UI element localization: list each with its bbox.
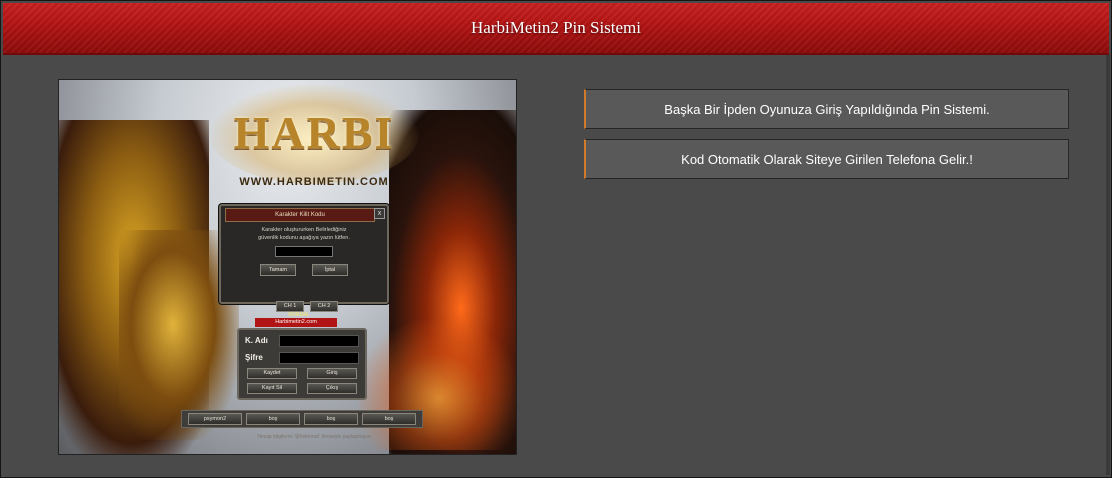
account-slot: psymon2 xyxy=(188,413,242,425)
info-text-1: Başka Bir İpden Oyunuza Giriş Yapıldığın… xyxy=(664,101,990,117)
pin-dialog-line-2: güvenlik kodunu aşağıya yazın lütfen. xyxy=(258,235,350,241)
login-button: Giriş xyxy=(307,368,357,379)
save-button: Kaydet xyxy=(247,368,297,379)
info-text-2: Kod Otomatik Olarak Siteye Girilen Telef… xyxy=(681,151,973,167)
pin-dialog: Karakter Kilit Kodu x Karakter oluşturur… xyxy=(219,204,389,304)
login-buttons-row-1: Kaydet Giriş xyxy=(247,368,357,379)
pin-dialog-title: Karakter Kilit Kodu xyxy=(225,208,375,222)
scrollbar[interactable] xyxy=(1106,55,1110,475)
login-footnote: Hesap bilgilerini 'Şifrelerinizi' kimsey… xyxy=(257,434,371,440)
logo-url: WWW.HARBIMETIN.COM xyxy=(239,176,389,188)
page-frame: HarbiMetin2 Pin Sistemi HARBI WWW.HARBIM… xyxy=(0,0,1112,478)
info-box-pin-system: Başka Bir İpden Oyunuza Giriş Yapıldığın… xyxy=(584,89,1069,129)
fire-effect-art xyxy=(359,320,516,450)
delete-record-button: Kayıt Sil xyxy=(247,383,297,394)
account-slots: psymon2 boş boş boş xyxy=(181,410,423,428)
page-title: HarbiMetin2 Pin Sistemi xyxy=(471,18,641,37)
login-buttons-row-2: Kayıt Sil Çıkış xyxy=(247,383,357,394)
username-label: K. Adı xyxy=(245,336,268,345)
game-screenshot: HARBI WWW.HARBIMETIN.COM Karakter Kilit … xyxy=(58,79,517,455)
close-icon: x xyxy=(374,208,385,219)
game-logo: HARBI xyxy=(233,107,395,158)
username-field xyxy=(279,334,359,347)
pin-dialog-line-1: Karakter oluştururken Belirlediğiniz xyxy=(261,227,347,233)
header-bar: HarbiMetin2 Pin Sistemi xyxy=(3,3,1109,55)
cancel-button: İptal xyxy=(312,264,348,276)
username-row: K. Adı xyxy=(245,334,359,347)
password-label: Şifre xyxy=(245,353,263,362)
account-slot: boş xyxy=(246,413,300,425)
pin-dialog-buttons: Tamam İptal xyxy=(221,264,387,276)
channel-buttons: CH 1 CH 2 xyxy=(276,301,338,312)
password-row: Şifre xyxy=(245,351,359,364)
site-banner: Harbimetin2.com xyxy=(255,318,337,327)
login-panel: K. Adı Şifre Kaydet Giriş Kayıt Sil Çıkı… xyxy=(237,328,367,400)
pin-dialog-text: Karakter oluştururken Belirlediğiniz güv… xyxy=(221,226,387,242)
account-slot: boş xyxy=(304,413,358,425)
account-slot: boş xyxy=(362,413,416,425)
ok-button: Tamam xyxy=(260,264,296,276)
password-field xyxy=(279,351,359,364)
info-box-phone-code: Kod Otomatik Olarak Siteye Girilen Telef… xyxy=(584,139,1069,179)
channel-1-button: CH 1 xyxy=(276,301,304,312)
channel-2-button: CH 2 xyxy=(310,301,338,312)
exit-button: Çıkış xyxy=(307,383,357,394)
pin-input xyxy=(275,246,333,257)
